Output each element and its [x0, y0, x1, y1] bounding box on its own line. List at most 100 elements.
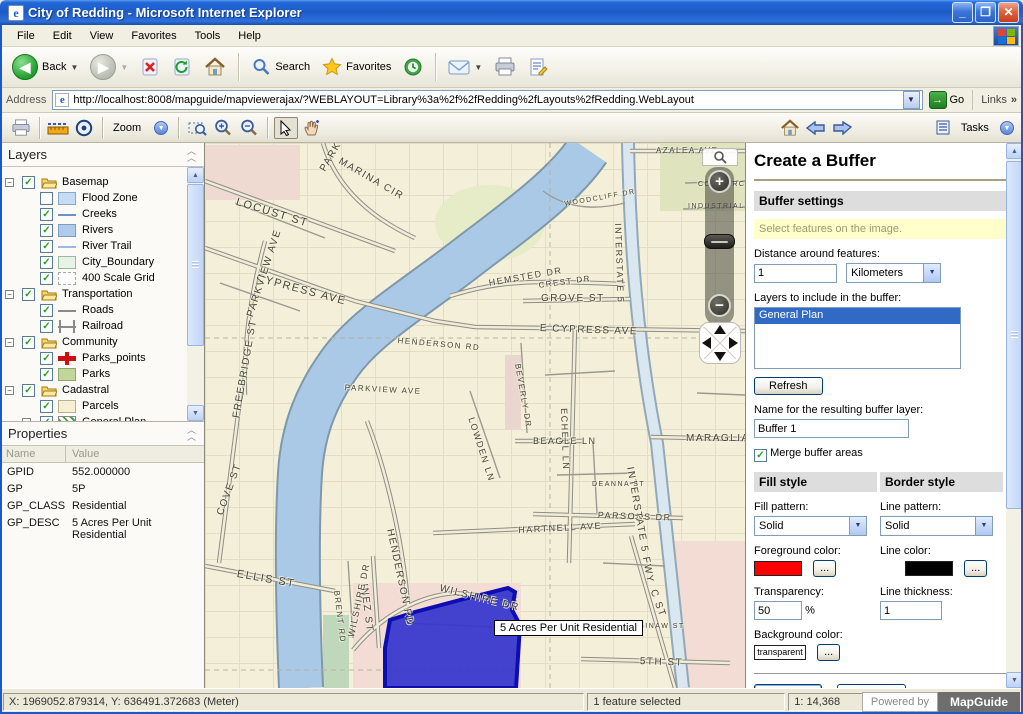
maximize-button[interactable]: ❐	[975, 2, 996, 23]
back-dropdown-icon[interactable]: ▼	[70, 63, 78, 72]
layer-row[interactable]: ✓Roads	[0, 303, 186, 319]
expander-icon[interactable]: −	[5, 290, 14, 299]
layer-checkbox[interactable]: ✓	[40, 256, 53, 269]
layer-row[interactable]: ✓Parks_points	[0, 351, 186, 367]
layer-checkbox[interactable]: ✓	[40, 400, 53, 413]
zoom-rectangle-button[interactable]	[185, 117, 209, 139]
layer-row[interactable]: ✓Creeks	[0, 207, 186, 223]
map-search-button[interactable]	[702, 148, 738, 166]
menu-favorites[interactable]: Favorites	[122, 27, 185, 45]
line-thickness-input[interactable]	[880, 601, 942, 620]
line-color-swatch[interactable]	[905, 561, 953, 576]
refresh-button[interactable]	[166, 55, 198, 79]
scrollbar-thumb[interactable]	[187, 184, 204, 346]
fill-pattern-select[interactable]: Solid ▼	[754, 516, 867, 536]
distance-input[interactable]	[754, 264, 837, 283]
layer-checkbox[interactable]: ✓	[40, 352, 53, 365]
collapse-panel-icon[interactable]: ︿︿	[187, 427, 196, 441]
layer-row[interactable]: ✓Parks	[0, 367, 186, 383]
background-color-picker-button[interactable]: ...	[817, 644, 840, 661]
edit-button[interactable]	[522, 55, 554, 79]
select-tool-button[interactable]	[274, 117, 298, 139]
scroll-up-icon[interactable]: ▲	[187, 167, 204, 183]
stop-button[interactable]	[134, 55, 166, 79]
layer-row[interactable]: ✓Rivers	[0, 223, 186, 239]
layer-checkbox[interactable]: ✓	[40, 208, 53, 221]
go-button[interactable]: → Go	[929, 91, 965, 109]
layer-checkbox[interactable]	[40, 192, 53, 205]
layer-row[interactable]: ✓Railroad	[0, 319, 186, 335]
mail-button[interactable]: ▼	[442, 56, 488, 78]
layer-group-row[interactable]: −✓Cadastral	[0, 383, 186, 399]
zoom-slider-minus-icon[interactable]: −	[708, 294, 731, 317]
layer-checkbox[interactable]: ✓	[22, 176, 35, 189]
layer-row[interactable]: Flood Zone	[0, 191, 186, 207]
line-pattern-select[interactable]: Solid ▼	[880, 516, 993, 536]
buffer-layers-listbox[interactable]: General Plan	[754, 307, 961, 369]
background-color-swatch[interactable]: transparent	[754, 645, 806, 660]
menu-tools[interactable]: Tools	[186, 27, 230, 45]
layers-scrollbar[interactable]: ▲ ▼	[187, 167, 204, 421]
layer-checkbox[interactable]: ✓	[40, 368, 53, 381]
initial-center-button[interactable]	[72, 117, 96, 139]
history-button[interactable]	[397, 55, 429, 79]
buffer-name-input[interactable]	[754, 419, 909, 438]
layer-checkbox[interactable]: ✓	[22, 384, 35, 397]
zoom-out-button[interactable]	[237, 117, 261, 139]
menu-file[interactable]: File	[8, 27, 44, 45]
home-button[interactable]	[198, 55, 232, 79]
zoom-in-button[interactable]	[211, 117, 235, 139]
address-dropdown-icon[interactable]: ▼	[903, 91, 920, 109]
layer-group-row[interactable]: −✓Community	[0, 335, 186, 351]
layer-row[interactable]: ✓Parcels	[0, 399, 186, 415]
units-select[interactable]: Kilometers ▼	[846, 263, 941, 283]
scroll-down-icon[interactable]: ▼	[187, 405, 204, 421]
task-back-button[interactable]	[804, 117, 828, 139]
forward-button[interactable]: ▶ ▼	[84, 52, 134, 82]
layer-row[interactable]: ✓River Trail	[0, 239, 186, 255]
layer-group-row[interactable]: −✓Transportation	[0, 287, 186, 303]
layer-checkbox[interactable]: ✓	[40, 320, 53, 333]
address-input[interactable]: e http://localhost:8008/mapguide/mapview…	[52, 90, 922, 110]
expander-icon[interactable]: −	[5, 178, 14, 187]
links-button[interactable]: Links »	[972, 90, 1017, 110]
refresh-button[interactable]: Refresh	[754, 377, 823, 395]
search-button[interactable]: Search	[245, 55, 316, 79]
layer-checkbox[interactable]: ✓	[22, 336, 35, 349]
foreground-color-picker-button[interactable]: ...	[813, 560, 836, 577]
minimize-button[interactable]: _	[952, 2, 973, 23]
menu-edit[interactable]: Edit	[44, 27, 81, 45]
print-map-button[interactable]	[9, 117, 33, 139]
favorites-button[interactable]: Favorites	[316, 55, 397, 79]
layer-row[interactable]: ✓400 Scale Grid	[0, 271, 186, 287]
layer-group-row[interactable]: −✓Basemap	[0, 175, 186, 191]
close-button[interactable]: ✕	[998, 2, 1019, 23]
task-home-button[interactable]	[778, 117, 802, 139]
buffer-layer-option[interactable]: General Plan	[755, 308, 960, 324]
layer-row[interactable]: ✓City_Boundary	[0, 255, 186, 271]
layer-checkbox[interactable]: ✓	[40, 240, 53, 253]
foreground-color-swatch[interactable]	[754, 561, 802, 576]
zoom-slider-plus-icon[interactable]: +	[708, 170, 731, 193]
task-forward-button[interactable]	[830, 117, 854, 139]
zoom-slider-handle[interactable]	[704, 234, 735, 249]
layer-checkbox[interactable]: ✓	[22, 288, 35, 301]
merge-buffer-checkbox[interactable]: ✓	[754, 449, 767, 462]
map-viewport[interactable]: LOCUST STCYPRESS AVEE CYPRESS AVEGROVE S…	[205, 143, 745, 688]
expander-icon[interactable]: −	[5, 338, 14, 347]
pan-tool-button[interactable]	[300, 117, 324, 139]
measure-button[interactable]	[46, 117, 70, 139]
transparency-input[interactable]	[754, 601, 802, 620]
line-color-picker-button[interactable]: ...	[964, 560, 987, 577]
layer-checkbox[interactable]: ✓	[40, 304, 53, 317]
layer-checkbox[interactable]: ✓	[40, 224, 53, 237]
menu-view[interactable]: View	[81, 27, 123, 45]
mail-dropdown-icon[interactable]: ▼	[474, 63, 482, 72]
menu-help[interactable]: Help	[229, 27, 270, 45]
back-button[interactable]: ◀ Back ▼	[6, 52, 84, 82]
print-button[interactable]	[488, 55, 522, 79]
zoom-menu-button[interactable]: Zoom ▼	[109, 117, 172, 139]
collapse-panel-icon[interactable]: ︿︿	[187, 148, 196, 162]
tasks-menu-button[interactable]: Tasks ▼	[936, 117, 1014, 139]
layer-checkbox[interactable]: ✓	[40, 272, 53, 285]
